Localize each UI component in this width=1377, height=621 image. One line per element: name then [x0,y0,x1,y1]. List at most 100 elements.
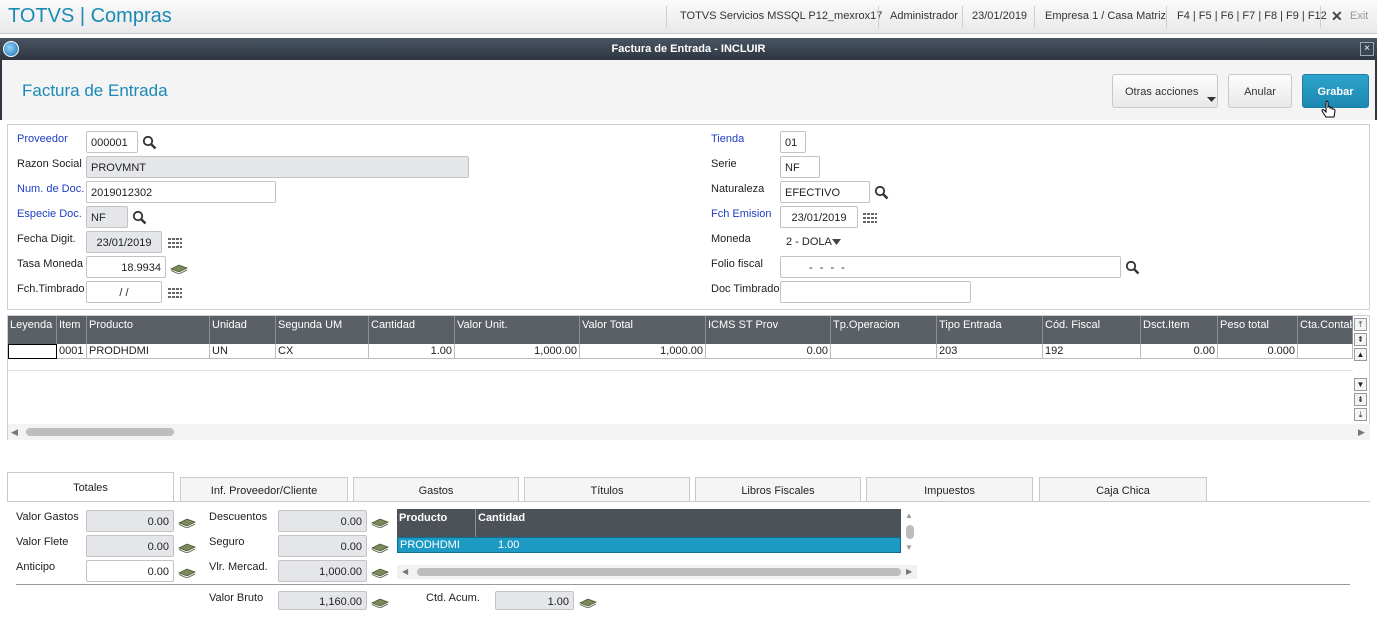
scroll-page-up-button[interactable]: ⇞ [1354,333,1367,346]
proveedor-field[interactable]: 000001 [86,131,138,153]
table-cell[interactable] [8,344,57,359]
table-cell[interactable]: 1,000.00 [580,344,706,359]
column-header[interactable]: Leyenda [8,316,57,344]
anticipo-field[interactable]: 0.00 [86,560,174,582]
table-cell[interactable] [831,344,937,359]
column-header[interactable]: Cantidad [478,512,525,524]
table-cell[interactable]: 0001 [57,344,87,359]
table-cell[interactable]: 1,000.00 [455,344,580,359]
folio-fiscal-field[interactable]: - - - - [780,256,1121,278]
cancel-button[interactable]: Anular [1228,74,1292,108]
moneda-select[interactable]: 2 - DOLA [780,231,846,253]
table-cell[interactable]: CX [276,344,369,359]
tab-totales[interactable]: Totales [7,472,174,502]
especie-doc-field[interactable]: NF [86,206,128,228]
column-header[interactable]: Cód. Fiscal [1043,316,1141,344]
search-icon[interactable] [1125,260,1141,276]
fch-emision-field[interactable]: 23/01/2019 [780,206,858,228]
search-icon[interactable] [874,185,890,201]
tab-impuestos[interactable]: Impuestos [866,477,1033,501]
column-header[interactable]: Cantidad [369,316,455,344]
tasa-moneda-field[interactable]: 18.9934 [86,256,166,278]
scroll-left-icon[interactable]: ◀ [11,427,18,438]
user-name[interactable]: Administrador [890,10,958,22]
money-icon[interactable] [371,516,389,528]
tab-libros-fiscales[interactable]: Libros Fiscales [695,477,861,501]
table-cell[interactable]: 203 [937,344,1043,359]
money-icon[interactable] [371,596,389,608]
money-icon[interactable] [178,566,196,578]
column-header[interactable]: Tp.Operacion [831,316,937,344]
scrollbar-thumb[interactable] [417,568,901,576]
scroll-left-icon[interactable]: ◀ [402,567,408,576]
money-icon[interactable] [371,566,389,578]
column-header[interactable]: Producto [87,316,210,344]
column-header[interactable]: Segunda UM [276,316,369,344]
column-header[interactable]: Cta.Contable [1298,316,1353,344]
table-cell[interactable]: 192 [1043,344,1141,359]
column-header[interactable]: Item [57,316,87,344]
column-header[interactable]: Dsct.Item [1141,316,1218,344]
items-grid[interactable]: Leyenda Item Producto Unidad Segunda UM … [7,315,1370,440]
money-icon[interactable] [170,262,188,274]
scroll-up-icon[interactable]: ▲ [905,511,913,520]
scroll-down-icon[interactable]: ▼ [905,543,913,552]
search-icon[interactable] [142,135,158,151]
naturaleza-field[interactable]: EFECTIVO [780,181,870,203]
column-header[interactable]: ICMS ST Prov [706,316,831,344]
money-icon[interactable] [579,596,597,608]
tienda-field[interactable]: 01 [780,131,806,153]
money-icon[interactable] [178,516,196,528]
money-icon[interactable] [371,541,389,553]
more-actions-button[interactable]: Otras acciones [1112,74,1218,108]
table-cell[interactable]: 0.00 [706,344,831,359]
table-cell[interactable] [1298,344,1353,359]
scroll-bottom-button[interactable]: ⤓ [1354,408,1367,421]
search-icon[interactable] [132,210,148,226]
company-branch[interactable]: Empresa 1 / Casa Matriz [1045,10,1166,22]
calendar-icon[interactable] [167,286,183,302]
close-icon[interactable]: ✕ [1331,8,1343,25]
system-date[interactable]: 23/01/2019 [972,10,1027,22]
column-header[interactable]: Valor Total [580,316,706,344]
product-quantity-grid[interactable]: Producto Cantidad PRODHDMI 1.00 ▲ ▼ ◀ ▶ [397,509,917,581]
table-cell[interactable]: PRODHDMI [400,539,460,551]
serie-field[interactable]: NF [780,156,820,178]
column-header[interactable]: Producto [399,512,447,524]
table-row[interactable]: PRODHDMI 1.00 [397,537,901,553]
column-header[interactable]: Tipo Entrada [937,316,1043,344]
tab-gastos[interactable]: Gastos [353,477,519,501]
scroll-right-icon[interactable]: ▶ [1358,427,1365,438]
scroll-top-button[interactable]: ⤒ [1354,318,1367,331]
doc-timbrado-field[interactable] [780,281,971,303]
vertical-scrollbar[interactable]: ▲ ▼ [904,511,916,555]
tab-inf-proveedor[interactable]: Inf. Proveedor/Cliente [180,477,348,501]
table-cell[interactable]: UN [210,344,276,359]
window-close-button[interactable]: × [1360,42,1374,56]
exit-link[interactable]: Exit [1350,10,1368,22]
tab-caja-chica[interactable]: Caja Chica [1039,477,1207,501]
horizontal-scrollbar[interactable]: ◀ ▶ [397,565,917,579]
fch-timbrado-field[interactable]: / / [86,281,162,303]
calendar-icon[interactable] [167,236,183,252]
scroll-page-down-button[interactable]: ⇟ [1354,393,1367,406]
table-cell[interactable]: 1.00 [369,344,455,359]
num-doc-field[interactable]: 2019012302 [86,181,276,203]
table-cell[interactable]: 0.00 [1141,344,1218,359]
table-cell[interactable]: PRODHDMI [87,344,210,359]
scroll-down-button[interactable]: ▼ [1354,378,1367,391]
scrollbar-thumb[interactable] [26,428,174,436]
table-cell[interactable]: 1.00 [498,539,519,551]
scroll-right-icon[interactable]: ▶ [906,567,912,576]
shortcut-keys[interactable]: F4 | F5 | F6 | F7 | F8 | F9 | F12 [1177,10,1327,22]
scroll-up-button[interactable]: ▲ [1354,348,1367,361]
money-icon[interactable] [178,541,196,553]
column-header[interactable]: Unidad [210,316,276,344]
calendar-icon[interactable] [862,211,878,227]
column-header[interactable]: Peso total [1218,316,1298,344]
tab-titulos[interactable]: Títulos [524,477,690,501]
column-header[interactable]: Valor Unit. [455,316,580,344]
horizontal-scrollbar[interactable]: ◀ ▶ [8,424,1370,440]
table-cell[interactable]: 0.000 [1218,344,1298,359]
scrollbar-thumb[interactable] [906,525,914,539]
